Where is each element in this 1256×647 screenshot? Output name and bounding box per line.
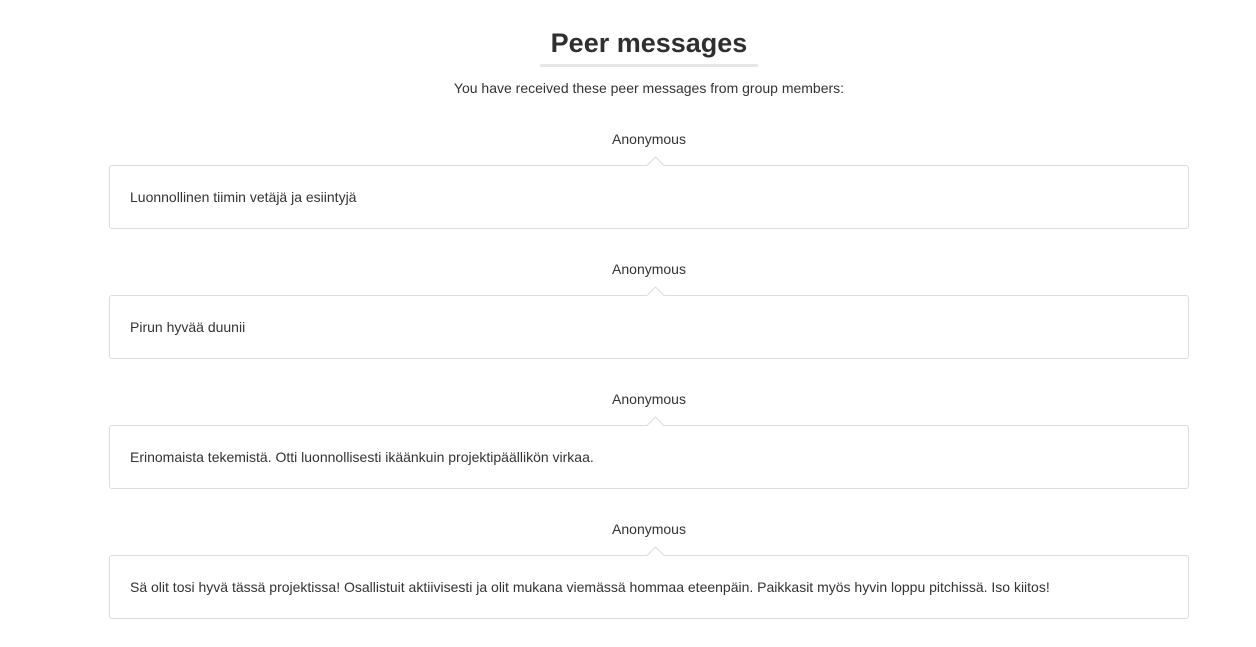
message-sender: Anonymous — [612, 521, 686, 537]
message-bubble: Pirun hyvää duunii — [109, 286, 1189, 359]
message-text: Sä olit tosi hyvä tässä projektissa! Osa… — [130, 579, 1050, 595]
bubble-arrow — [646, 286, 665, 305]
title-underline — [540, 64, 758, 67]
message-text: Pirun hyvää duunii — [130, 319, 246, 335]
peer-messages-page: Peer messages You have received these pe… — [0, 0, 1256, 647]
bubble-arrow — [646, 156, 665, 175]
bubble-arrow — [646, 546, 665, 565]
bubble-arrow — [646, 416, 665, 435]
message-bubble: Luonnollinen tiimin vetäjä ja esiintyjä — [109, 156, 1189, 229]
page-title: Peer messages — [550, 28, 748, 58]
message-text: Luonnollinen tiimin vetäjä ja esiintyjä — [130, 189, 357, 205]
message-sender: Anonymous — [612, 391, 686, 407]
intro-text: You have received these peer messages fr… — [453, 80, 845, 96]
message-text: Erinomaista tekemistä. Otti luonnollises… — [130, 449, 594, 465]
message-bubble: Sä olit tosi hyvä tässä projektissa! Osa… — [109, 546, 1189, 619]
message-sender: Anonymous — [612, 131, 686, 147]
message-sender: Anonymous — [612, 261, 686, 277]
message-bubble: Erinomaista tekemistä. Otti luonnollises… — [109, 416, 1189, 489]
